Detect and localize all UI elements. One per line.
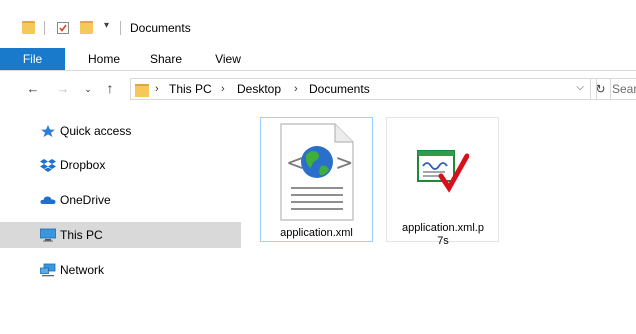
back-arrow-icon[interactable]: ← bbox=[25, 80, 41, 98]
file-name: application.xml bbox=[280, 227, 353, 239]
star-icon bbox=[41, 125, 55, 137]
address-dropdown-icon[interactable]: ⌵ bbox=[576, 82, 584, 93]
folder-icon bbox=[135, 84, 149, 97]
window-title: Documents bbox=[130, 21, 191, 35]
breadcrumb-this-pc[interactable]: This PC bbox=[169, 79, 212, 99]
sidebar-item-onedrive[interactable]: OneDrive bbox=[0, 187, 241, 213]
address-bar[interactable]: › This PC › Desktop › Documents ⌵ bbox=[130, 78, 591, 100]
file-list: < > application.xml application.xml.p7s bbox=[241, 108, 636, 334]
search-input[interactable] bbox=[597, 79, 636, 99]
sidebar-item-label: Quick access bbox=[60, 124, 132, 138]
navigation-pane: Quick access Dropbox OneDrive This PC Ne… bbox=[0, 108, 241, 334]
sidebar-item-quick-access[interactable]: Quick access bbox=[0, 118, 241, 144]
breadcrumb-separator: › bbox=[294, 83, 298, 95]
tab-home[interactable]: Home bbox=[80, 48, 128, 70]
network-icon bbox=[40, 263, 56, 277]
sidebar-item-label: This PC bbox=[60, 228, 103, 242]
sidebar-item-label: Network bbox=[60, 263, 105, 277]
xml-web-file-icon: < > bbox=[280, 123, 354, 221]
ribbon-divider bbox=[0, 70, 636, 71]
breadcrumb-separator: › bbox=[155, 83, 159, 95]
breadcrumb-documents[interactable]: Documents bbox=[309, 79, 370, 99]
separator bbox=[120, 21, 121, 35]
cloud-icon bbox=[40, 196, 56, 204]
breadcrumb-desktop[interactable]: Desktop bbox=[237, 79, 281, 99]
ribbon-tabs: File Home Share View bbox=[0, 48, 636, 70]
search-box[interactable] bbox=[596, 78, 636, 100]
sidebar-item-label: Dropbox bbox=[60, 158, 106, 172]
tab-view[interactable]: View bbox=[206, 48, 250, 70]
recent-locations-chevron-icon[interactable]: ⌄ bbox=[80, 80, 96, 98]
file-item-application-xml[interactable]: < > application.xml bbox=[260, 117, 373, 242]
sidebar-item-dropbox[interactable]: Dropbox bbox=[0, 152, 241, 178]
sidebar-item-network[interactable]: Network bbox=[0, 257, 241, 283]
svg-text:>: > bbox=[335, 151, 353, 176]
title-bar: ▾ Documents bbox=[0, 0, 636, 40]
new-folder-icon[interactable] bbox=[80, 21, 93, 34]
up-arrow-icon[interactable]: ↑ bbox=[102, 79, 118, 97]
dropbox-icon bbox=[40, 159, 56, 172]
file-name: application.xml.p7s bbox=[402, 222, 484, 247]
properties-icon[interactable] bbox=[57, 22, 69, 34]
forward-arrow-icon[interactable]: → bbox=[55, 80, 71, 98]
sidebar-item-this-pc[interactable]: This PC bbox=[0, 222, 241, 248]
computer-icon bbox=[40, 228, 56, 242]
tab-file[interactable]: File bbox=[0, 48, 65, 70]
sidebar-item-label: OneDrive bbox=[60, 193, 111, 207]
tab-share[interactable]: Share bbox=[142, 48, 190, 70]
file-item-application-xml-p7s[interactable]: application.xml.p7s bbox=[386, 117, 499, 247]
signed-certificate-icon bbox=[417, 150, 469, 193]
separator bbox=[44, 21, 45, 35]
customize-toolbar-icon[interactable]: ▾ bbox=[104, 20, 109, 31]
breadcrumb-separator: › bbox=[221, 83, 225, 95]
folder-icon[interactable] bbox=[22, 21, 35, 34]
